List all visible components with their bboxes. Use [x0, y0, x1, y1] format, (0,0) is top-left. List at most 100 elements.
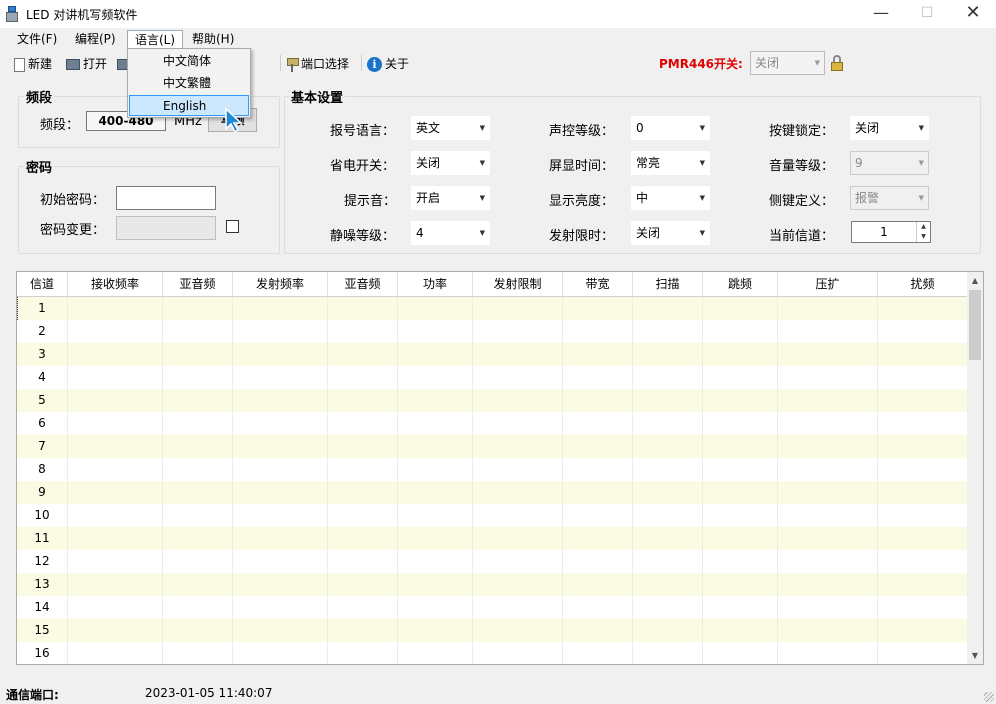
maximize-button[interactable]: ☐ — [904, 0, 950, 28]
brightness-select[interactable]: 中 ▼ — [631, 186, 710, 210]
channel-number-cell[interactable]: 10 — [17, 504, 68, 527]
table-row[interactable]: 14 — [17, 596, 968, 619]
table-cell[interactable] — [633, 458, 703, 481]
table-cell[interactable] — [703, 550, 778, 573]
table-cell[interactable] — [878, 550, 968, 573]
table-cell[interactable] — [778, 435, 878, 458]
table-cell[interactable] — [68, 389, 163, 412]
table-cell[interactable] — [878, 297, 968, 320]
table-cell[interactable] — [68, 504, 163, 527]
table-cell[interactable] — [233, 412, 328, 435]
table-cell[interactable] — [328, 458, 398, 481]
close-button[interactable]: ✕ — [950, 0, 996, 28]
table-cell[interactable] — [563, 412, 633, 435]
table-cell[interactable] — [398, 320, 473, 343]
table-row[interactable]: 11 — [17, 527, 968, 550]
table-cell[interactable] — [703, 573, 778, 596]
table-row[interactable]: 12 — [17, 550, 968, 573]
table-cell[interactable] — [878, 389, 968, 412]
table-cell[interactable] — [398, 481, 473, 504]
table-cell[interactable] — [563, 573, 633, 596]
table-cell[interactable] — [163, 481, 233, 504]
table-cell[interactable] — [878, 458, 968, 481]
table-cell[interactable] — [233, 642, 328, 664]
table-cell[interactable] — [633, 320, 703, 343]
table-cell[interactable] — [473, 481, 563, 504]
table-cell[interactable] — [473, 297, 563, 320]
column-header[interactable]: 带宽 — [563, 272, 633, 297]
table-cell[interactable] — [633, 343, 703, 366]
channel-number-cell[interactable]: 2 — [17, 320, 68, 343]
table-cell[interactable] — [778, 527, 878, 550]
column-header[interactable]: 信道 — [17, 272, 68, 297]
table-cell[interactable] — [878, 481, 968, 504]
table-cell[interactable] — [233, 596, 328, 619]
channel-number-cell[interactable]: 4 — [17, 366, 68, 389]
channel-number-cell[interactable]: 16 — [17, 642, 68, 664]
table-cell[interactable] — [703, 642, 778, 664]
channel-number-cell[interactable]: 14 — [17, 596, 68, 619]
table-cell[interactable] — [68, 343, 163, 366]
table-row[interactable]: 6 — [17, 412, 968, 435]
column-header[interactable]: 功率 — [398, 272, 473, 297]
table-row[interactable]: 13 — [17, 573, 968, 596]
channel-number-cell[interactable]: 7 — [17, 435, 68, 458]
table-cell[interactable] — [703, 481, 778, 504]
chevron-up-icon[interactable]: ▲ — [917, 222, 930, 232]
table-row[interactable]: 5 — [17, 389, 968, 412]
table-cell[interactable] — [633, 366, 703, 389]
table-row[interactable]: 16 — [17, 642, 968, 664]
table-cell[interactable] — [703, 297, 778, 320]
table-cell[interactable] — [68, 481, 163, 504]
table-cell[interactable] — [233, 481, 328, 504]
menu-program[interactable]: 编程(P) — [68, 30, 123, 50]
table-cell[interactable] — [633, 619, 703, 642]
table-cell[interactable] — [563, 550, 633, 573]
channel-number-cell[interactable]: 12 — [17, 550, 68, 573]
table-cell[interactable] — [328, 366, 398, 389]
table-cell[interactable] — [163, 320, 233, 343]
table-cell[interactable] — [163, 458, 233, 481]
table-cell[interactable] — [878, 412, 968, 435]
table-cell[interactable] — [328, 320, 398, 343]
table-cell[interactable] — [473, 366, 563, 389]
table-row[interactable]: 8 — [17, 458, 968, 481]
table-cell[interactable] — [233, 573, 328, 596]
table-cell[interactable] — [563, 297, 633, 320]
channel-number-cell[interactable]: 15 — [17, 619, 68, 642]
table-cell[interactable] — [68, 435, 163, 458]
table-cell[interactable] — [878, 343, 968, 366]
table-cell[interactable] — [163, 573, 233, 596]
table-cell[interactable] — [233, 504, 328, 527]
table-cell[interactable] — [163, 412, 233, 435]
table-cell[interactable] — [163, 435, 233, 458]
column-header[interactable]: 接收频率 — [68, 272, 163, 297]
table-cell[interactable] — [633, 297, 703, 320]
table-cell[interactable] — [703, 343, 778, 366]
table-cell[interactable] — [473, 389, 563, 412]
beep-select[interactable]: 开启 ▼ — [411, 186, 490, 210]
about-button[interactable]: i 关于 — [367, 55, 409, 73]
table-cell[interactable] — [328, 619, 398, 642]
table-cell[interactable] — [633, 596, 703, 619]
table-cell[interactable] — [68, 412, 163, 435]
table-cell[interactable] — [473, 458, 563, 481]
table-cell[interactable] — [163, 389, 233, 412]
table-cell[interactable] — [563, 596, 633, 619]
table-cell[interactable] — [703, 619, 778, 642]
table-cell[interactable] — [778, 596, 878, 619]
table-cell[interactable] — [778, 389, 878, 412]
table-cell[interactable] — [328, 435, 398, 458]
table-cell[interactable] — [878, 320, 968, 343]
table-cell[interactable] — [163, 343, 233, 366]
table-cell[interactable] — [473, 550, 563, 573]
table-cell[interactable] — [68, 550, 163, 573]
table-cell[interactable] — [233, 389, 328, 412]
table-cell[interactable] — [703, 596, 778, 619]
power-save-select[interactable]: 关闭 ▼ — [411, 151, 490, 175]
table-cell[interactable] — [473, 412, 563, 435]
table-cell[interactable] — [778, 504, 878, 527]
table-cell[interactable] — [398, 527, 473, 550]
table-cell[interactable] — [328, 642, 398, 664]
table-cell[interactable] — [563, 527, 633, 550]
